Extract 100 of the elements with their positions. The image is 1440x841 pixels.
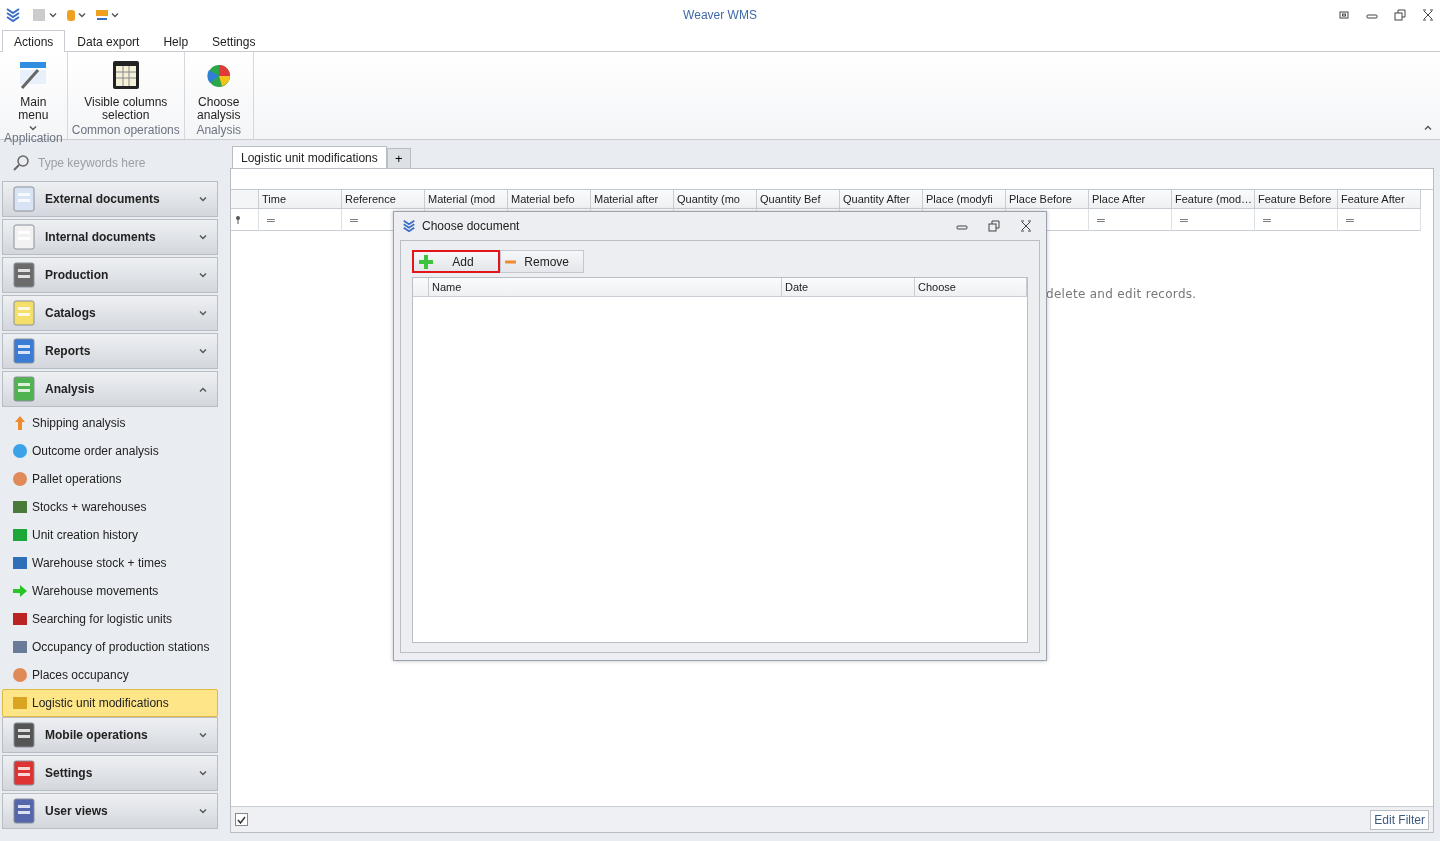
close-icon[interactable] <box>1020 220 1032 232</box>
ribbon-group-label: Application <box>4 131 63 147</box>
chevron-down-icon <box>199 732 207 738</box>
ribbon-tab[interactable]: Actions <box>2 30 66 52</box>
nav-group-header[interactable]: Settings <box>2 755 218 791</box>
filter-cell[interactable]: ═ <box>1089 209 1172 231</box>
close-icon[interactable] <box>1422 9 1434 21</box>
quick-access-button[interactable] <box>32 8 57 22</box>
add-tab-button[interactable]: + <box>386 148 411 168</box>
chevron-down-icon <box>199 310 207 316</box>
filter-cell[interactable]: ═ <box>1338 209 1421 231</box>
column-header[interactable]: Date <box>782 278 915 297</box>
nav-group-label: User views <box>45 804 109 818</box>
column-header[interactable]: Feature Before <box>1255 190 1338 209</box>
ribbon-group-label: Analysis <box>196 123 242 139</box>
filter-cell[interactable]: ═ <box>1172 209 1255 231</box>
item-icon <box>12 583 28 599</box>
column-header[interactable]: Material after <box>591 190 674 209</box>
caret-icon <box>78 12 86 18</box>
app-logo-icon <box>6 7 20 23</box>
nav-item[interactable]: Logistic unit modifications <box>2 689 218 717</box>
nav-group-label: Analysis <box>45 382 96 396</box>
restore-icon[interactable] <box>988 220 1000 232</box>
nav-group-label: Internal documents <box>45 230 157 244</box>
column-header[interactable]: Place (modyfi <box>923 190 1006 209</box>
item-icon <box>12 555 28 571</box>
chevron-down-icon <box>199 234 207 240</box>
nav-group-header[interactable]: Mobile operations <box>2 717 218 753</box>
nav-item[interactable]: Warehouse movements <box>2 577 218 605</box>
caret-icon <box>49 12 57 18</box>
restore-icon[interactable] <box>1394 9 1406 21</box>
nav-group-header[interactable]: Reports <box>2 333 218 369</box>
column-header[interactable]: Feature (mod… <box>1172 190 1255 209</box>
nav-item[interactable]: Stocks + warehouses <box>2 493 218 521</box>
nav-group-header[interactable]: User views <box>2 793 218 829</box>
nav-item[interactable]: Shipping analysis <box>2 409 218 437</box>
minus-icon <box>505 259 517 264</box>
ribbon-button[interactable]: Visible columns selection <box>80 58 171 122</box>
ribbon-tab[interactable]: Settings <box>200 30 268 52</box>
chevron-up-icon <box>199 386 207 392</box>
column-header[interactable]: Quantity Bef <box>757 190 840 209</box>
empty-grid-message: delete and edit records. <box>1046 287 1197 301</box>
nav-item[interactable]: Unit creation history <box>2 521 218 549</box>
filter-cell[interactable]: ═ <box>1255 209 1338 231</box>
ribbon-button[interactable]: Main menu <box>7 58 60 131</box>
nav-group-header[interactable]: Catalogs <box>2 295 218 331</box>
chevron-down-icon <box>199 808 207 814</box>
column-header[interactable]: Feature After <box>1338 190 1421 209</box>
ribbon-tab[interactable]: Data export <box>65 30 152 52</box>
nav-item[interactable]: Searching for logistic units <box>2 605 218 633</box>
nav-item[interactable]: Places occupancy <box>2 661 218 689</box>
nav-group-label: Settings <box>45 766 94 780</box>
item-icon <box>12 499 28 515</box>
nav-group-label: Mobile operations <box>45 728 149 742</box>
column-header[interactable]: Time <box>259 190 342 209</box>
dialog-title: Choose document <box>422 219 521 233</box>
column-header[interactable]: Choose <box>915 278 1027 297</box>
nav-item[interactable]: Warehouse stock + times <box>2 549 218 577</box>
column-header[interactable]: Material (mod <box>425 190 508 209</box>
document-tab[interactable]: Logistic unit modifications <box>232 146 387 168</box>
nav-item[interactable]: Occupancy of production stations <box>2 633 218 661</box>
column-header[interactable]: Quantity (mo <box>674 190 757 209</box>
add-button[interactable]: Add <box>412 250 500 273</box>
row-indicator-header <box>413 278 429 297</box>
ribbon-tab[interactable]: Help <box>151 30 201 52</box>
app-logo-icon <box>402 219 416 233</box>
chevron-down-icon <box>199 272 207 278</box>
nav-group-header[interactable]: Analysis <box>2 371 218 407</box>
item-icon <box>12 443 28 459</box>
item-icon <box>12 471 28 487</box>
chevron-down-icon <box>199 770 207 776</box>
nav-group-header[interactable]: Internal documents <box>2 219 218 255</box>
search-icon <box>12 154 30 172</box>
nav-group-header[interactable]: External documents <box>2 181 218 217</box>
nav-group-header[interactable]: Production <box>2 257 218 293</box>
column-header[interactable]: Place After <box>1089 190 1172 209</box>
chevron-down-icon <box>199 196 207 202</box>
item-icon <box>12 667 28 683</box>
nav-item[interactable]: Outcome order analysis <box>2 437 218 465</box>
column-header[interactable]: Material befo <box>508 190 591 209</box>
caret-icon <box>29 126 38 131</box>
remove-button[interactable]: Remove <box>500 250 584 273</box>
item-icon <box>12 611 28 627</box>
nav-group-label: Reports <box>45 344 92 358</box>
column-header[interactable]: Place Before <box>1006 190 1089 209</box>
ribbon-button[interactable]: Choose analysis <box>188 58 249 122</box>
nav-group-label: External documents <box>45 192 161 206</box>
edit-filter-button[interactable]: Edit Filter <box>1370 809 1429 830</box>
filter-checkbox[interactable] <box>235 813 248 826</box>
column-header[interactable]: Reference <box>342 190 425 209</box>
quick-access-button[interactable] <box>96 10 119 20</box>
column-header[interactable]: Name <box>429 278 782 297</box>
search-field[interactable]: Type keywords here <box>36 155 216 171</box>
window-title: Weaver WMS <box>683 8 757 22</box>
column-header[interactable]: Quantity After <box>840 190 923 209</box>
filter-cell[interactable]: ═ <box>259 209 342 231</box>
quick-access-button[interactable] <box>67 9 86 21</box>
nav-item[interactable]: Pallet operations <box>2 465 218 493</box>
collapse-ribbon-icon <box>1424 125 1432 130</box>
fullscreen-icon[interactable] <box>1338 9 1350 21</box>
